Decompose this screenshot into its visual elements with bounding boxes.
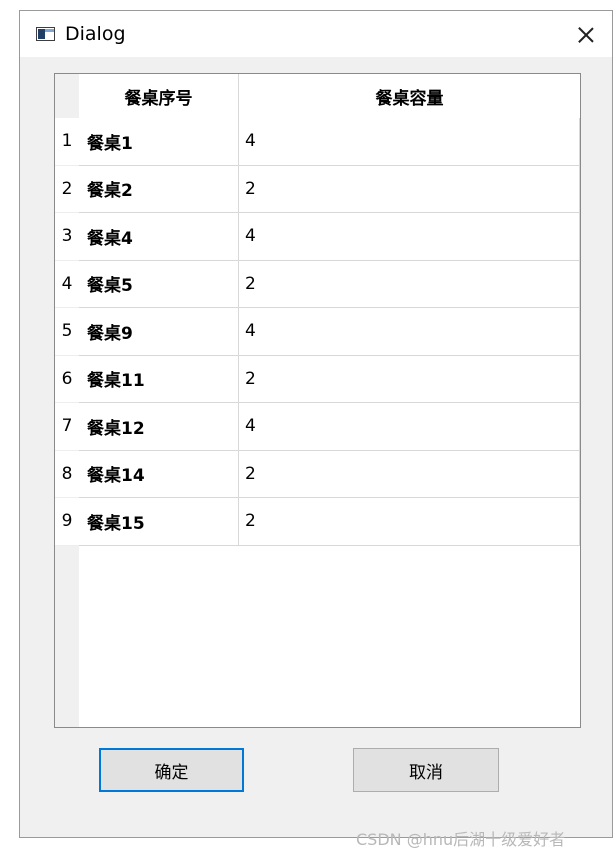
table-capacity-cell[interactable]: 2 bbox=[239, 498, 580, 546]
table-capacity-cell[interactable]: 4 bbox=[239, 403, 580, 451]
table-capacity-cell[interactable]: 4 bbox=[239, 308, 580, 356]
table-name-cell[interactable]: 餐桌15 bbox=[79, 498, 239, 546]
table-name-cell[interactable]: 餐桌5 bbox=[79, 260, 239, 308]
dialog-window: Dialog 餐桌序号 餐桌容量 1 餐桌1 4 2 餐桌2 2 3 餐桌4 4… bbox=[19, 10, 613, 838]
table-row[interactable]: 7 餐桌12 4 bbox=[55, 403, 580, 451]
table-row[interactable]: 4 餐桌5 2 bbox=[55, 260, 580, 308]
table-row[interactable]: 3 餐桌4 4 bbox=[55, 213, 580, 261]
table-name-cell[interactable]: 餐桌1 bbox=[79, 118, 239, 166]
row-number[interactable]: 6 bbox=[55, 355, 79, 403]
window-title: Dialog bbox=[65, 23, 126, 45]
row-number[interactable]: 8 bbox=[55, 450, 79, 498]
row-number[interactable]: 2 bbox=[55, 165, 79, 213]
table-row[interactable]: 2 餐桌2 2 bbox=[55, 165, 580, 213]
table-name-cell[interactable]: 餐桌2 bbox=[79, 165, 239, 213]
row-number[interactable]: 9 bbox=[55, 498, 79, 546]
table-name-cell[interactable]: 餐桌9 bbox=[79, 308, 239, 356]
table-row[interactable]: 5 餐桌9 4 bbox=[55, 308, 580, 356]
cancel-button[interactable]: 取消 bbox=[353, 748, 499, 792]
table-name-cell[interactable]: 餐桌12 bbox=[79, 403, 239, 451]
table-row[interactable]: 6 餐桌11 2 bbox=[55, 355, 580, 403]
table-capacity-cell[interactable]: 4 bbox=[239, 118, 580, 166]
table-row[interactable]: 9 餐桌15 2 bbox=[55, 498, 580, 546]
table-capacity-cell[interactable]: 2 bbox=[239, 450, 580, 498]
row-number[interactable]: 4 bbox=[55, 260, 79, 308]
row-number[interactable]: 5 bbox=[55, 308, 79, 356]
row-number[interactable]: 3 bbox=[55, 213, 79, 261]
table-capacity-cell[interactable]: 2 bbox=[239, 165, 580, 213]
table-row[interactable]: 8 餐桌14 2 bbox=[55, 450, 580, 498]
app-window-icon bbox=[36, 27, 55, 41]
column-header-table-number[interactable]: 餐桌序号 bbox=[79, 74, 239, 118]
table-capacity-cell[interactable]: 2 bbox=[239, 355, 580, 403]
watermark: CSDN @hnu后湖十级爱好者 bbox=[356, 830, 566, 849]
table-capacity-cell[interactable]: 4 bbox=[239, 213, 580, 261]
row-number[interactable]: 1 bbox=[55, 118, 79, 166]
title-bar: Dialog bbox=[20, 11, 612, 57]
table-row[interactable]: 1 餐桌1 4 bbox=[55, 118, 580, 166]
close-icon[interactable] bbox=[568, 17, 604, 53]
table-view[interactable]: 餐桌序号 餐桌容量 1 餐桌1 4 2 餐桌2 2 3 餐桌4 4 4 餐桌5 … bbox=[54, 73, 581, 728]
row-number[interactable]: 7 bbox=[55, 403, 79, 451]
ok-button[interactable]: 确定 bbox=[99, 748, 244, 792]
table-name-cell[interactable]: 餐桌4 bbox=[79, 213, 239, 261]
table-name-cell[interactable]: 餐桌11 bbox=[79, 355, 239, 403]
table-capacity-cell[interactable]: 2 bbox=[239, 260, 580, 308]
column-header-table-capacity[interactable]: 餐桌容量 bbox=[239, 74, 580, 118]
table-name-cell[interactable]: 餐桌14 bbox=[79, 450, 239, 498]
